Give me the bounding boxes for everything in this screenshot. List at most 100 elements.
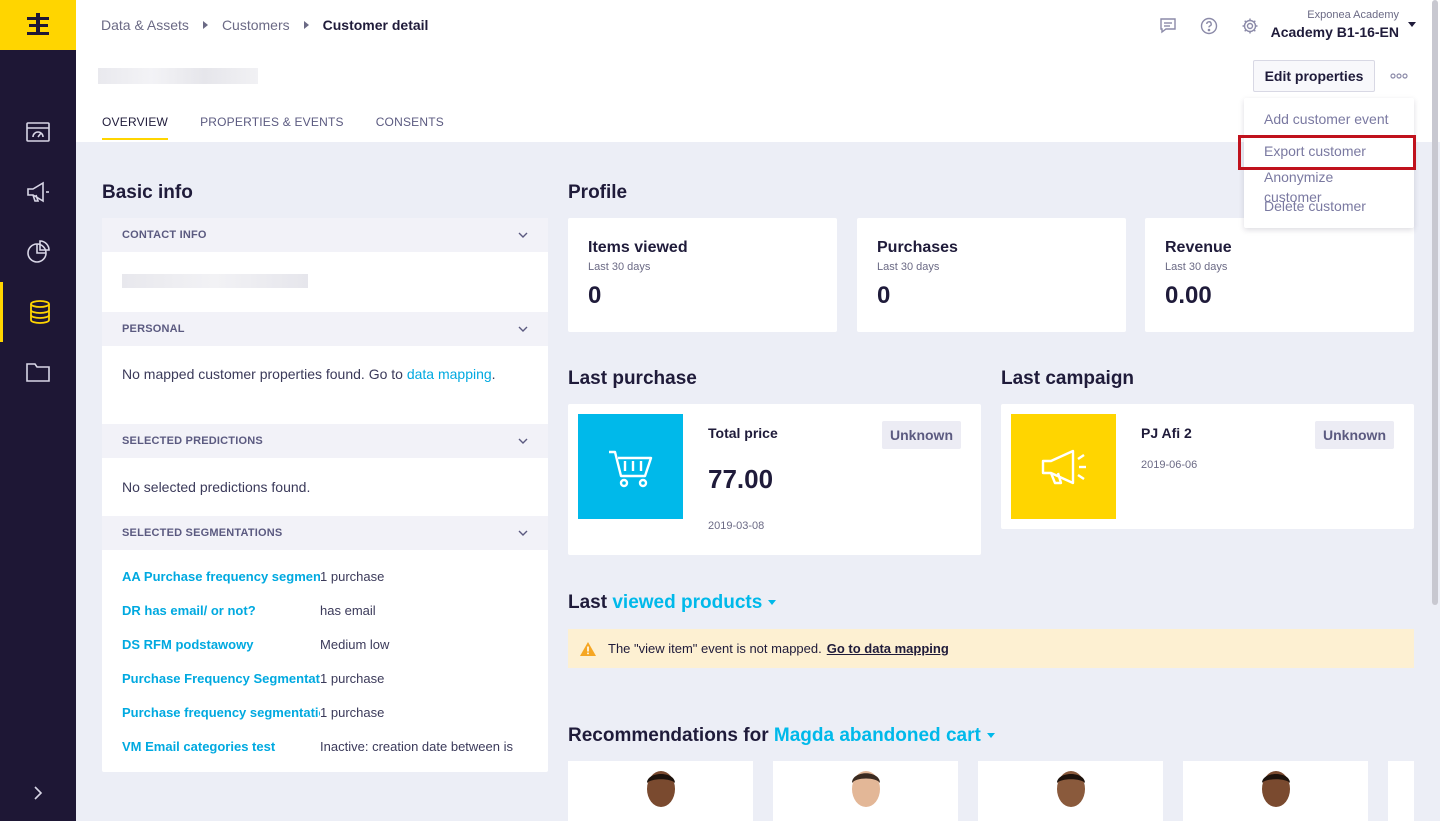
personal-header[interactable]: PERSONAL bbox=[102, 312, 548, 346]
caret-down-icon[interactable] bbox=[986, 733, 995, 739]
data-assets-database-icon[interactable] bbox=[0, 282, 76, 342]
selected-predictions-header[interactable]: SELECTED PREDICTIONS bbox=[102, 424, 548, 458]
caret-down-icon[interactable] bbox=[768, 600, 777, 606]
analyses-pie-icon[interactable] bbox=[0, 222, 76, 282]
folder-icon[interactable] bbox=[0, 342, 76, 402]
more-options-menu: Add customer event Export customer Anony… bbox=[1238, 98, 1416, 228]
product-person-image bbox=[1057, 771, 1085, 807]
segmentation-name[interactable]: VM Email categories test bbox=[122, 739, 320, 754]
account-project: Academy B1-16-EN bbox=[1270, 24, 1399, 40]
warning-icon bbox=[580, 641, 596, 656]
recommendation-card[interactable] bbox=[978, 761, 1163, 821]
segmentation-name[interactable]: AA Purchase frequency segment bbox=[122, 569, 320, 584]
purchase-total: 77.00 bbox=[708, 464, 774, 494]
viewed-products-dropdown[interactable]: viewed products bbox=[612, 592, 762, 613]
chevron-down-icon bbox=[518, 326, 528, 332]
basic-info-card: CONTACT INFO PERSONAL No mapped customer… bbox=[102, 218, 548, 772]
recommendation-card[interactable] bbox=[1388, 761, 1414, 821]
segmentation-value: 1 purchase bbox=[320, 670, 385, 686]
last-viewed-heading: Last viewed products bbox=[568, 592, 777, 614]
stat-title: Revenue bbox=[1165, 239, 1232, 256]
stat-period: Last 30 days bbox=[588, 261, 651, 273]
mapping-warning: The "view item" event is not mapped. Go … bbox=[568, 629, 1414, 668]
campaigns-megaphone-icon[interactable] bbox=[0, 162, 76, 222]
segmentation-row: AA Purchase frequency segment 1 purchase bbox=[122, 559, 528, 593]
tab-properties-events[interactable]: PROPERTIES & EVENTS bbox=[200, 115, 344, 140]
selected-segmentations-header[interactable]: SELECTED SEGMENTATIONS bbox=[102, 516, 548, 550]
product-person-image bbox=[852, 771, 880, 807]
predictions-empty-text: No selected predictions found. bbox=[122, 479, 311, 495]
stat-card-items-viewed: Items viewed Last 30 days 0 bbox=[568, 218, 837, 332]
profile-title: Profile bbox=[568, 182, 628, 203]
breadcrumb-separator-icon bbox=[303, 21, 309, 29]
recommendation-card[interactable] bbox=[773, 761, 958, 821]
menu-export-customer[interactable]: Export customer bbox=[1238, 135, 1416, 170]
segmentation-row: Purchase Frequency Segmentation 1 purcha… bbox=[122, 661, 528, 695]
personal-label: PERSONAL bbox=[122, 323, 185, 335]
stat-value: 0 bbox=[588, 282, 602, 309]
page-header: Data & Assets Customers Customer detail … bbox=[76, 0, 1440, 142]
go-to-data-mapping-link[interactable]: Go to data mapping bbox=[827, 641, 949, 656]
customer-name-redacted bbox=[98, 68, 258, 84]
last-campaign-card[interactable]: PJ Afi 2 2019-06-06 Unknown bbox=[1001, 404, 1414, 529]
basic-info-title: Basic info bbox=[102, 182, 193, 203]
campaign-status-badge: Unknown bbox=[1315, 421, 1394, 449]
menu-add-customer-event[interactable]: Add customer event bbox=[1244, 109, 1414, 138]
dashboard-icon[interactable] bbox=[0, 102, 76, 162]
edit-properties-button[interactable]: Edit properties bbox=[1253, 60, 1375, 92]
header-icons bbox=[1158, 16, 1260, 36]
stat-period: Last 30 days bbox=[1165, 261, 1228, 273]
tab-overview[interactable]: OVERVIEW bbox=[102, 115, 169, 140]
contact-info-label: CONTACT INFO bbox=[122, 229, 207, 241]
help-icon[interactable] bbox=[1199, 16, 1219, 36]
segmentation-name[interactable]: DS RFM podstawowy bbox=[122, 637, 320, 652]
segmentation-row: VM Email categories test Inactive: creat… bbox=[122, 729, 528, 763]
recommendation-model-dropdown[interactable]: Magda abandoned cart bbox=[774, 725, 981, 746]
personal-empty-text: No mapped customer properties found. Go … bbox=[122, 366, 403, 382]
recommendation-card[interactable] bbox=[1183, 761, 1368, 821]
exponea-logo[interactable] bbox=[0, 0, 76, 50]
contact-info-header[interactable]: CONTACT INFO bbox=[102, 218, 548, 252]
recommendations-prefix: Recommendations for bbox=[568, 725, 769, 746]
account-caret-icon[interactable] bbox=[1408, 22, 1416, 27]
data-mapping-link[interactable]: data mapping bbox=[407, 366, 492, 382]
tabs: OVERVIEW PROPERTIES & EVENTS CONSENTS bbox=[102, 115, 444, 140]
menu-anonymize-customer[interactable]: Anonymize customer bbox=[1244, 167, 1414, 205]
recommendation-card[interactable] bbox=[568, 761, 753, 821]
account-org: Exponea Academy bbox=[1307, 9, 1399, 21]
campaign-date: 2019-06-06 bbox=[1141, 459, 1198, 471]
purchase-status-badge: Unknown bbox=[882, 421, 961, 449]
selected-predictions-label: SELECTED PREDICTIONS bbox=[122, 435, 263, 447]
segmentation-name[interactable]: Purchase frequency segmentation bbox=[122, 705, 320, 720]
tab-consents[interactable]: CONSENTS bbox=[376, 115, 444, 140]
expand-chevron-icon[interactable] bbox=[0, 775, 76, 811]
stat-card-revenue: Revenue Last 30 days 0.00 bbox=[1145, 218, 1414, 332]
segmentation-name[interactable]: DR has email/ or not? bbox=[122, 603, 320, 618]
breadcrumb-customers[interactable]: Customers bbox=[222, 17, 290, 33]
breadcrumb-data-assets[interactable]: Data & Assets bbox=[101, 17, 189, 33]
chevron-down-icon bbox=[518, 530, 528, 536]
campaign-megaphone-icon bbox=[1011, 414, 1116, 519]
stat-title: Purchases bbox=[877, 239, 958, 256]
account-switcher[interactable]: Exponea Academy Academy B1-16-EN bbox=[1271, 9, 1399, 40]
more-options-icon[interactable] bbox=[1388, 66, 1410, 86]
purchase-date: 2019-03-08 bbox=[708, 520, 765, 532]
chevron-down-icon bbox=[518, 438, 528, 444]
segmentation-row: DR has email/ or not? has email bbox=[122, 593, 528, 627]
breadcrumb-current: Customer detail bbox=[322, 17, 429, 33]
selected-segmentations-label: SELECTED SEGMENTATIONS bbox=[122, 527, 283, 539]
segmentation-row: Purchase frequency segmentation 1 purcha… bbox=[122, 695, 528, 729]
purchase-label: Total price bbox=[708, 425, 778, 441]
contact-info-body bbox=[102, 252, 548, 312]
menu-delete-customer[interactable]: Delete customer bbox=[1244, 196, 1414, 225]
breadcrumb: Data & Assets Customers Customer detail bbox=[101, 17, 428, 33]
last-purchase-card[interactable]: Total price 77.00 2019-03-08 Unknown bbox=[568, 404, 981, 555]
last-viewed-prefix: Last bbox=[568, 592, 608, 613]
stat-title: Items viewed bbox=[588, 239, 688, 256]
scrollbar[interactable] bbox=[1432, 0, 1438, 605]
segmentation-name[interactable]: Purchase Frequency Segmentation bbox=[122, 671, 320, 686]
chat-icon[interactable] bbox=[1158, 16, 1178, 36]
segmentation-value: 1 purchase bbox=[320, 704, 385, 720]
settings-gear-icon[interactable] bbox=[1240, 16, 1260, 36]
recommendations-heading: Recommendations for Magda abandoned cart bbox=[568, 725, 995, 747]
